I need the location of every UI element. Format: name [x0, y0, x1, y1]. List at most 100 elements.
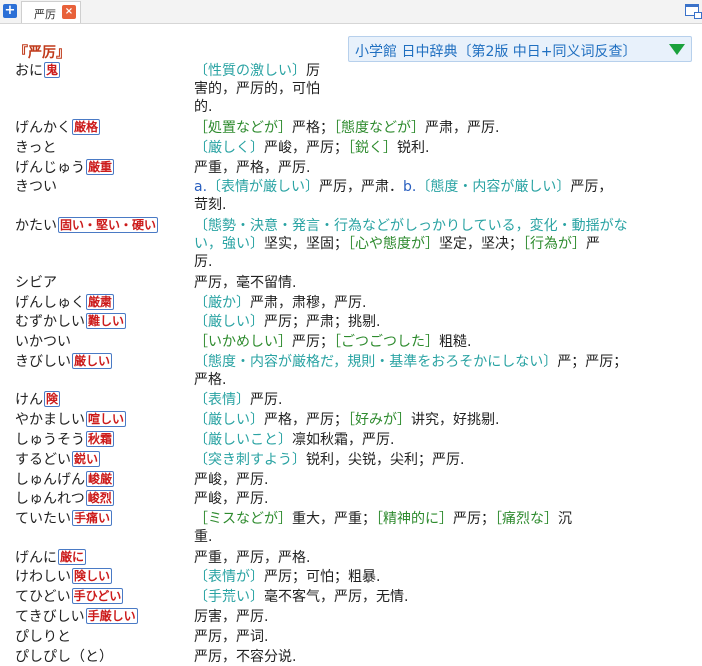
- translation-text: 严厉，不容分说.: [194, 648, 297, 665]
- usage-label: 〔表情が〕: [194, 569, 264, 586]
- entry-definition: 严峻，严厉.: [194, 471, 268, 489]
- kanji-badge[interactable]: 鬼: [44, 62, 61, 78]
- reading-text: いかつい: [15, 334, 71, 351]
- entry-definition: 严重，严格，严厉.: [194, 159, 310, 177]
- kanji-badge[interactable]: 手ひどい: [71, 588, 124, 605]
- entry-reading[interactable]: しゅんげん 峻厳: [15, 470, 115, 489]
- kanji-badge[interactable]: 厳重: [86, 158, 115, 175]
- translation-text: 严峻，严厉.: [194, 491, 269, 508]
- entry-reading[interactable]: きびしい 厳しい: [15, 353, 113, 371]
- kanji-badge[interactable]: 厳に: [58, 548, 87, 565]
- kanji-badge[interactable]: 秋霜: [86, 431, 115, 447]
- entry-reading[interactable]: しゅんれつ 峻烈: [15, 490, 114, 508]
- kanji-badge[interactable]: 険: [44, 391, 61, 408]
- close-icon[interactable]: ×: [62, 5, 76, 19]
- entry-definition: 严厉，不容分说.: [194, 648, 296, 666]
- definition-line: 〔厳しい〕严格，严厉；［好みが］讲究，好挑剔.: [194, 411, 499, 429]
- translation-text: 害的，严厉的，可怕: [194, 81, 320, 97]
- definition-line: 严重，严格，严厉.: [194, 159, 310, 177]
- usage-label: 〔手荒い〕: [194, 589, 264, 606]
- entry-reading[interactable]: シビア: [15, 274, 57, 292]
- tab-bar: + 严厉 ×: [0, 0, 702, 24]
- translation-text: 厉害，严厉.: [194, 609, 269, 625]
- entry-reading[interactable]: しゅうそう 秋霜: [15, 431, 115, 449]
- entry-reading[interactable]: げんに 厳に: [15, 548, 87, 567]
- kanji-badge[interactable]: 厳粛: [86, 293, 115, 310]
- kanji-badge[interactable]: 峻厳: [86, 470, 115, 487]
- entry-reading[interactable]: ていたい 手痛い: [15, 510, 113, 528]
- translation-text: 严厉，: [570, 179, 613, 196]
- usage-label: 〔厳しいこと〕: [194, 432, 292, 448]
- entry-reading[interactable]: てひどい 手ひどい: [15, 588, 124, 606]
- entry-reading[interactable]: きっと: [15, 139, 56, 157]
- translation-text: 坚定，坚决；: [439, 235, 523, 252]
- entry-definition: 〔厳しい〕严厉；严肃；挑剔.: [194, 313, 380, 331]
- kanji-badge[interactable]: 手痛い: [72, 510, 113, 527]
- reading-text: シビア: [15, 274, 57, 291]
- translation-text: 重.: [194, 529, 213, 546]
- entry-reading[interactable]: きつい: [15, 178, 57, 196]
- usage-label: 〔態勢・決意・発言・行為などがしっかりしている，変化・動揺がな: [194, 217, 628, 234]
- translation-text: 严重，严厉，严格.: [194, 549, 311, 566]
- context-label: ［心や態度が］: [348, 235, 439, 252]
- kanji-badge[interactable]: 厳しい: [72, 353, 113, 369]
- headword: 『严厉』: [14, 45, 70, 61]
- translation-text: 坚实，坚固；: [264, 235, 348, 252]
- translation-text: 严厉，毫不留情.: [194, 274, 297, 291]
- entry-reading[interactable]: けん険: [15, 391, 61, 409]
- entry-reading[interactable]: するどい 鋭い: [15, 450, 101, 469]
- kanji-badge[interactable]: 峻烈: [85, 490, 114, 507]
- definition-line: 〔突き刺すよう〕锐利，尖锐，尖利；严厉.: [194, 451, 464, 469]
- entry-reading[interactable]: いかつい: [15, 333, 71, 351]
- entry-reading[interactable]: やかましい 喧しい: [15, 411, 127, 429]
- entry-reading[interactable]: ぴしぴし（と）: [15, 648, 113, 666]
- definition-line: 严厉，不容分说.: [194, 648, 296, 666]
- entry-definition: 〔態勢・決意・発言・行為などがしっかりしている，変化・動揺がな い，強い〕坚实，坚…: [194, 217, 628, 271]
- reading-text: けん: [15, 392, 43, 409]
- definition-line: 〔性質の激しい〕厉: [194, 62, 320, 80]
- reading-text: げんしゅく: [15, 294, 85, 311]
- entry-reading[interactable]: ぴしりと: [15, 628, 71, 646]
- translation-text: 严厉，严肃．: [319, 179, 404, 196]
- entry-definition: ［いかめしい］严厉；［ごつごつした］粗糙.: [194, 333, 471, 351]
- usage-label: 〔厳しい〕: [194, 412, 264, 429]
- entry-reading[interactable]: げんじゅう 厳重: [15, 158, 115, 177]
- kanji-badge[interactable]: 固い・堅い・硬い: [58, 216, 159, 233]
- entry-reading[interactable]: げんかく 厳格: [15, 119, 101, 137]
- definition-line: 厉害，严厉.: [194, 608, 268, 626]
- entry-reading[interactable]: おに鬼: [15, 62, 61, 80]
- new-tab-button[interactable]: +: [3, 4, 17, 18]
- window-mode-button[interactable]: [680, 0, 702, 22]
- definition-line: 〔表情が〕严厉；可怕；粗暴.: [194, 568, 380, 586]
- dictionary-selector[interactable]: 小学館 日中辞典〔第2版 中日+同义词反查〕: [348, 36, 692, 62]
- translation-text: 严格，严厉；: [264, 412, 348, 429]
- reading-text: しゅんれつ: [15, 491, 85, 508]
- definition-line: 〔厳しい〕严厉；严肃；挑剔.: [194, 313, 380, 331]
- kanji-badge[interactable]: 喧しい: [86, 411, 127, 428]
- reading-text: かたい: [15, 217, 57, 234]
- reading-text: むずかしい: [15, 314, 85, 331]
- context-label: ［いかめしい］: [194, 334, 292, 351]
- entry-definition: ［ミスなどが］重大，严重；［精神的に］严厉；［痛烈な］沉 重.: [194, 510, 572, 546]
- triangle-down-icon[interactable]: [669, 44, 685, 55]
- entry-definition: 〔突き刺すよう〕锐利，尖锐，尖利；严厉.: [194, 451, 464, 469]
- kanji-badge[interactable]: 手厳しい: [85, 608, 138, 624]
- translation-text: 严峻，严厉.: [194, 471, 269, 488]
- kanji-badge[interactable]: 鋭い: [72, 450, 101, 467]
- entry-reading[interactable]: かたい 固い・堅い・硬い: [15, 216, 159, 235]
- kanji-badge[interactable]: 難しい: [86, 313, 127, 330]
- definition-line: 〔手荒い〕毫不客气，严厉，无情.: [194, 588, 408, 606]
- entry-reading[interactable]: てきびしい 手厳しい: [15, 608, 138, 626]
- translation-text: 严峻，严厉；: [264, 139, 348, 156]
- translation-text: 重大，严重；: [292, 511, 376, 528]
- kanji-badge[interactable]: 厳格: [72, 119, 101, 135]
- entry-reading[interactable]: けわしい 険しい: [15, 568, 113, 586]
- context-label: ［態度などが］: [334, 120, 425, 136]
- tab-yanli[interactable]: 严厉 ×: [21, 1, 81, 23]
- entry-reading[interactable]: げんしゅく 厳粛: [15, 293, 115, 312]
- entry-definition: a.〔表情が厳しい〕严厉，严肃．b.〔態度・内容が厳しい〕严厉， 苛刻.: [194, 178, 612, 214]
- context-label: ［ごつごつした］: [334, 334, 439, 351]
- definition-line: 厉.: [194, 253, 628, 271]
- entry-reading[interactable]: むずかしい 難しい: [15, 313, 127, 331]
- kanji-badge[interactable]: 険しい: [72, 568, 113, 585]
